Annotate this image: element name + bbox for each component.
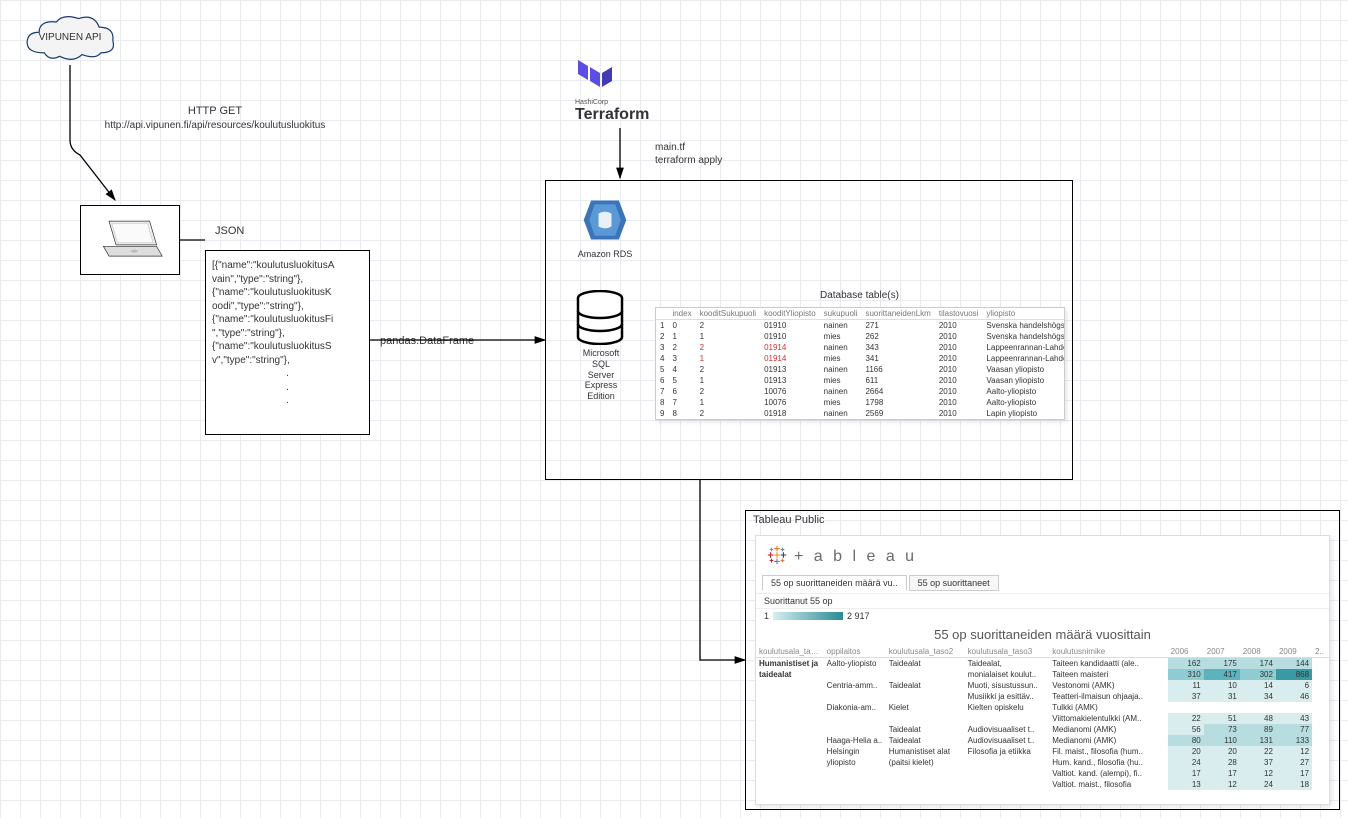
table-row: Valtiot. maist., filosofia13122418	[756, 779, 1329, 790]
db-col-header: yliopisto	[982, 308, 1065, 320]
cloud-node: VIPUNEN API	[15, 10, 125, 70]
table-row: Haaga-Helia a..TaidealatAudiovisuaaliset…	[756, 735, 1329, 746]
db-col-header: tilastovuosi	[935, 308, 983, 320]
table-row: 21101910mies2622010Svenska handelshögsko…	[656, 331, 1065, 342]
json-label: JSON	[215, 225, 244, 237]
tableau-col-header: 2009	[1276, 646, 1312, 658]
table-row: yliopisto(paitsi kielet)Hum. kand., filo…	[756, 757, 1329, 768]
table-row: Musiikki ja esittäv..Teatteri-ilmaisun o…	[756, 691, 1329, 702]
json-line: {"name":"koulutusluokitusK	[212, 286, 363, 300]
terraform-node: HashiCorp Terraform	[575, 55, 695, 124]
suorit-label: Suorittanut 55 op	[764, 596, 833, 606]
json-line: oodi","type":"string"},	[212, 300, 363, 314]
json-dots: .	[212, 367, 363, 381]
table-row: Centria-amm..TaidealatMuoti, sisustussun…	[756, 680, 1329, 691]
cloud-label: VIPUNEN API	[15, 32, 125, 43]
json-snippet-box: [{"name":"koulutusluokitusA vain","type"…	[205, 250, 370, 435]
db-col-header: sukupuoli	[820, 308, 862, 320]
http-url-label: http://api.vipunen.fi/api/resources/koul…	[70, 120, 360, 131]
color-legend-bar	[773, 612, 843, 620]
terraform-word: Terraform	[575, 106, 695, 124]
http-method-label: HTTP GET	[150, 105, 280, 117]
database-table: indexkooditSukupuolikooditYliopistosukup…	[655, 307, 1065, 420]
json-line: v","type":"string"},	[212, 354, 363, 368]
table-row: 10201910nainen2712010Svenska handelshögs…	[656, 320, 1065, 332]
db-col-header	[656, 308, 668, 320]
db-col-header: kooditSukupuoli	[696, 308, 760, 320]
tableau-brand: + a b l e a u	[794, 548, 917, 566]
database-icon	[575, 290, 625, 345]
table-row: HelsinginHumanistiset alatFilosofia ja e…	[756, 746, 1329, 757]
table-row: Humanistiset jaAalto-yliopistoTaidealatT…	[756, 658, 1329, 670]
table-row: 76210076nainen26642010Aalto-yliopisto	[656, 386, 1065, 397]
mssql-label: Microsoft SQL Server Express Edition	[576, 348, 626, 402]
pandas-label: pandas.DataFrame	[380, 335, 474, 347]
tableau-col-header: oppilaitos	[824, 646, 886, 658]
table-row: TaidealatAudiovisuaaliset t..Medianomi (…	[756, 724, 1329, 735]
json-line: ","type":"string"},	[212, 327, 363, 341]
tableau-col-header: 2..	[1312, 646, 1329, 658]
table-row: 43101914mies3412010Lappeenrannan-Lahden …	[656, 353, 1065, 364]
json-line: vain","type":"string"},	[212, 273, 363, 287]
tableau-col-header: koulutusala_taso3	[965, 646, 1050, 658]
tableau-tab-1[interactable]: 55 op suorittaneiden määrä vu..	[762, 575, 907, 591]
tableau-col-header: 2006	[1168, 646, 1204, 658]
db-tables-label: Database table(s)	[820, 290, 899, 301]
tableau-public-label: Tableau Public	[753, 514, 825, 526]
terraform-file-label: main.tf	[655, 142, 685, 153]
table-row: 98201918nainen25692010Lapin yliopisto	[656, 408, 1065, 419]
tableau-col-header: koulutusala_taso1	[756, 646, 824, 658]
tableau-col-header: 2007	[1204, 646, 1240, 658]
db-col-header: kooditYliopisto	[760, 308, 820, 320]
laptop-node	[80, 205, 180, 275]
tableau-chart-title: 55 op suorittaneiden määrä vuosittain	[756, 623, 1329, 646]
json-dots: .	[212, 394, 363, 408]
rds-label: Amazon RDS	[575, 249, 635, 259]
table-row: Valtiot. kand. (alempi), fi..17171217	[756, 768, 1329, 779]
range-high: 2 917	[847, 611, 870, 621]
table-row: Viittomakielentulkki (AM..22514843	[756, 713, 1329, 724]
tableau-logo-icon	[766, 544, 788, 569]
hashicorp-label: HashiCorp	[575, 99, 695, 106]
amazon-rds-node: Amazon RDS	[575, 195, 635, 259]
tableau-dashboard: + a b l e a u 55 op suorittaneiden määrä…	[755, 535, 1330, 805]
range-low: 1	[764, 611, 769, 621]
table-row: 32201914nainen3432010Lappeenrannan-Lahde…	[656, 342, 1065, 353]
table-row: 65101913mies6112010Vaasan yliopisto	[656, 375, 1065, 386]
table-row: 87110076mies17982010Aalto-yliopisto	[656, 397, 1065, 408]
rds-icon	[581, 195, 629, 245]
tableau-col-header: koulutusnimike	[1049, 646, 1167, 658]
json-line: {"name":"koulutusluokitusFi	[212, 313, 363, 327]
tableau-col-header: koulutusala_taso2	[886, 646, 965, 658]
table-row: taidealatmonialaiset koulut..Taiteen mai…	[756, 669, 1329, 680]
json-line: {"name":"koulutusluokitusS	[212, 340, 363, 354]
terraform-cmd-label: terraform apply	[655, 155, 722, 166]
json-dots: .	[212, 381, 363, 395]
db-col-header: index	[668, 308, 695, 320]
json-line: [{"name":"koulutusluokitusA	[212, 259, 363, 273]
terraform-icon	[575, 55, 615, 95]
table-row: 54201913nainen11662010Vaasan yliopisto	[656, 364, 1065, 375]
tableau-tab-2[interactable]: 55 op suorittaneet	[909, 575, 999, 591]
db-col-header: suorittaneidenLkm	[861, 308, 934, 320]
tableau-col-header: 2008	[1240, 646, 1276, 658]
table-row: Diakonia-am..KieletKielten opiskeluTulkk…	[756, 702, 1329, 713]
